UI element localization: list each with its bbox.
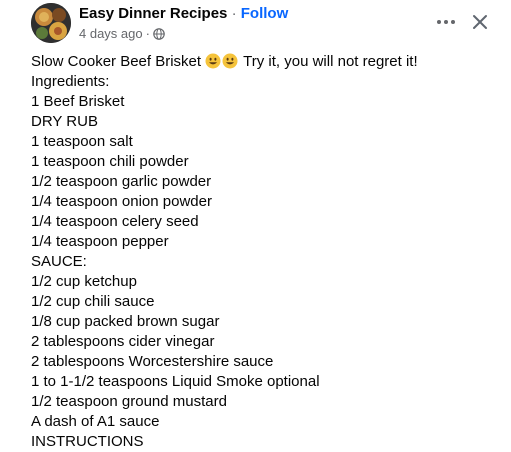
recipe-line: 1 to 1-1/2 teaspoons Liquid Smoke option… (31, 373, 320, 390)
recipe-line: SAUCE: (31, 253, 87, 270)
recipe-line: 2 tablespoons cider vinegar (31, 333, 215, 350)
grinning-face-emoji (222, 53, 238, 69)
close-icon (473, 15, 487, 29)
recipe-line: 1/8 cup packed brown sugar (31, 313, 220, 330)
recipe-line: 1/2 cup chili sauce (31, 293, 155, 310)
recipe-line: 1/2 cup ketchup (31, 273, 137, 290)
recipe-line: 1/4 teaspoon onion powder (31, 193, 212, 210)
name-separator: · (227, 5, 241, 22)
recipe-line: 1/2 teaspoon ground mustard (31, 393, 227, 410)
post-title-tail: Try it, you will not regret it! (239, 53, 418, 70)
header-text: Easy Dinner Recipes · Follow 4 days ago … (79, 5, 288, 42)
recipe-line: 1/2 teaspoon garlic powder (31, 173, 212, 190)
post-body: Slow Cooker Beef Brisket Try it, you wil… (31, 52, 501, 452)
avatar-food-image (31, 3, 71, 43)
recipe-line: 1 teaspoon chili powder (31, 153, 189, 170)
recipe-line: INSTRUCTIONS (31, 433, 144, 450)
recipe-line: Ingredients: (31, 73, 110, 90)
post-header: Easy Dinner Recipes · Follow 4 days ago … (0, 0, 511, 50)
post-title: Slow Cooker Beef Brisket (31, 53, 202, 70)
post-timestamp[interactable]: 4 days ago (79, 26, 143, 42)
recipe-line: A dash of A1 sauce (31, 413, 160, 430)
name-line: Easy Dinner Recipes · Follow (79, 5, 288, 23)
close-button[interactable] (466, 8, 494, 36)
recipe-line: 1/4 teaspoon celery seed (31, 213, 199, 230)
recipe-line: 1/4 teaspoon pepper (31, 233, 169, 250)
globe-icon[interactable] (153, 28, 165, 40)
grinning-face-emoji (205, 53, 221, 69)
recipe-line: 1 teaspoon salt (31, 133, 133, 150)
recipe-line: DRY RUB (31, 113, 98, 130)
follow-button[interactable]: Follow (241, 5, 289, 22)
post-title-line: Slow Cooker Beef Brisket Try it, you wil… (31, 52, 501, 72)
recipe-line: 2 tablespoons Worcestershire sauce (31, 353, 274, 370)
avatar[interactable] (31, 3, 71, 43)
recipe-line: 1 Beef Brisket (31, 93, 125, 110)
page-name-link[interactable]: Easy Dinner Recipes (79, 5, 227, 22)
post-meta: 4 days ago · (79, 26, 288, 42)
meta-separator: · (145, 26, 150, 41)
more-options-button[interactable] (432, 8, 460, 36)
more-horizontal-icon (437, 20, 455, 24)
